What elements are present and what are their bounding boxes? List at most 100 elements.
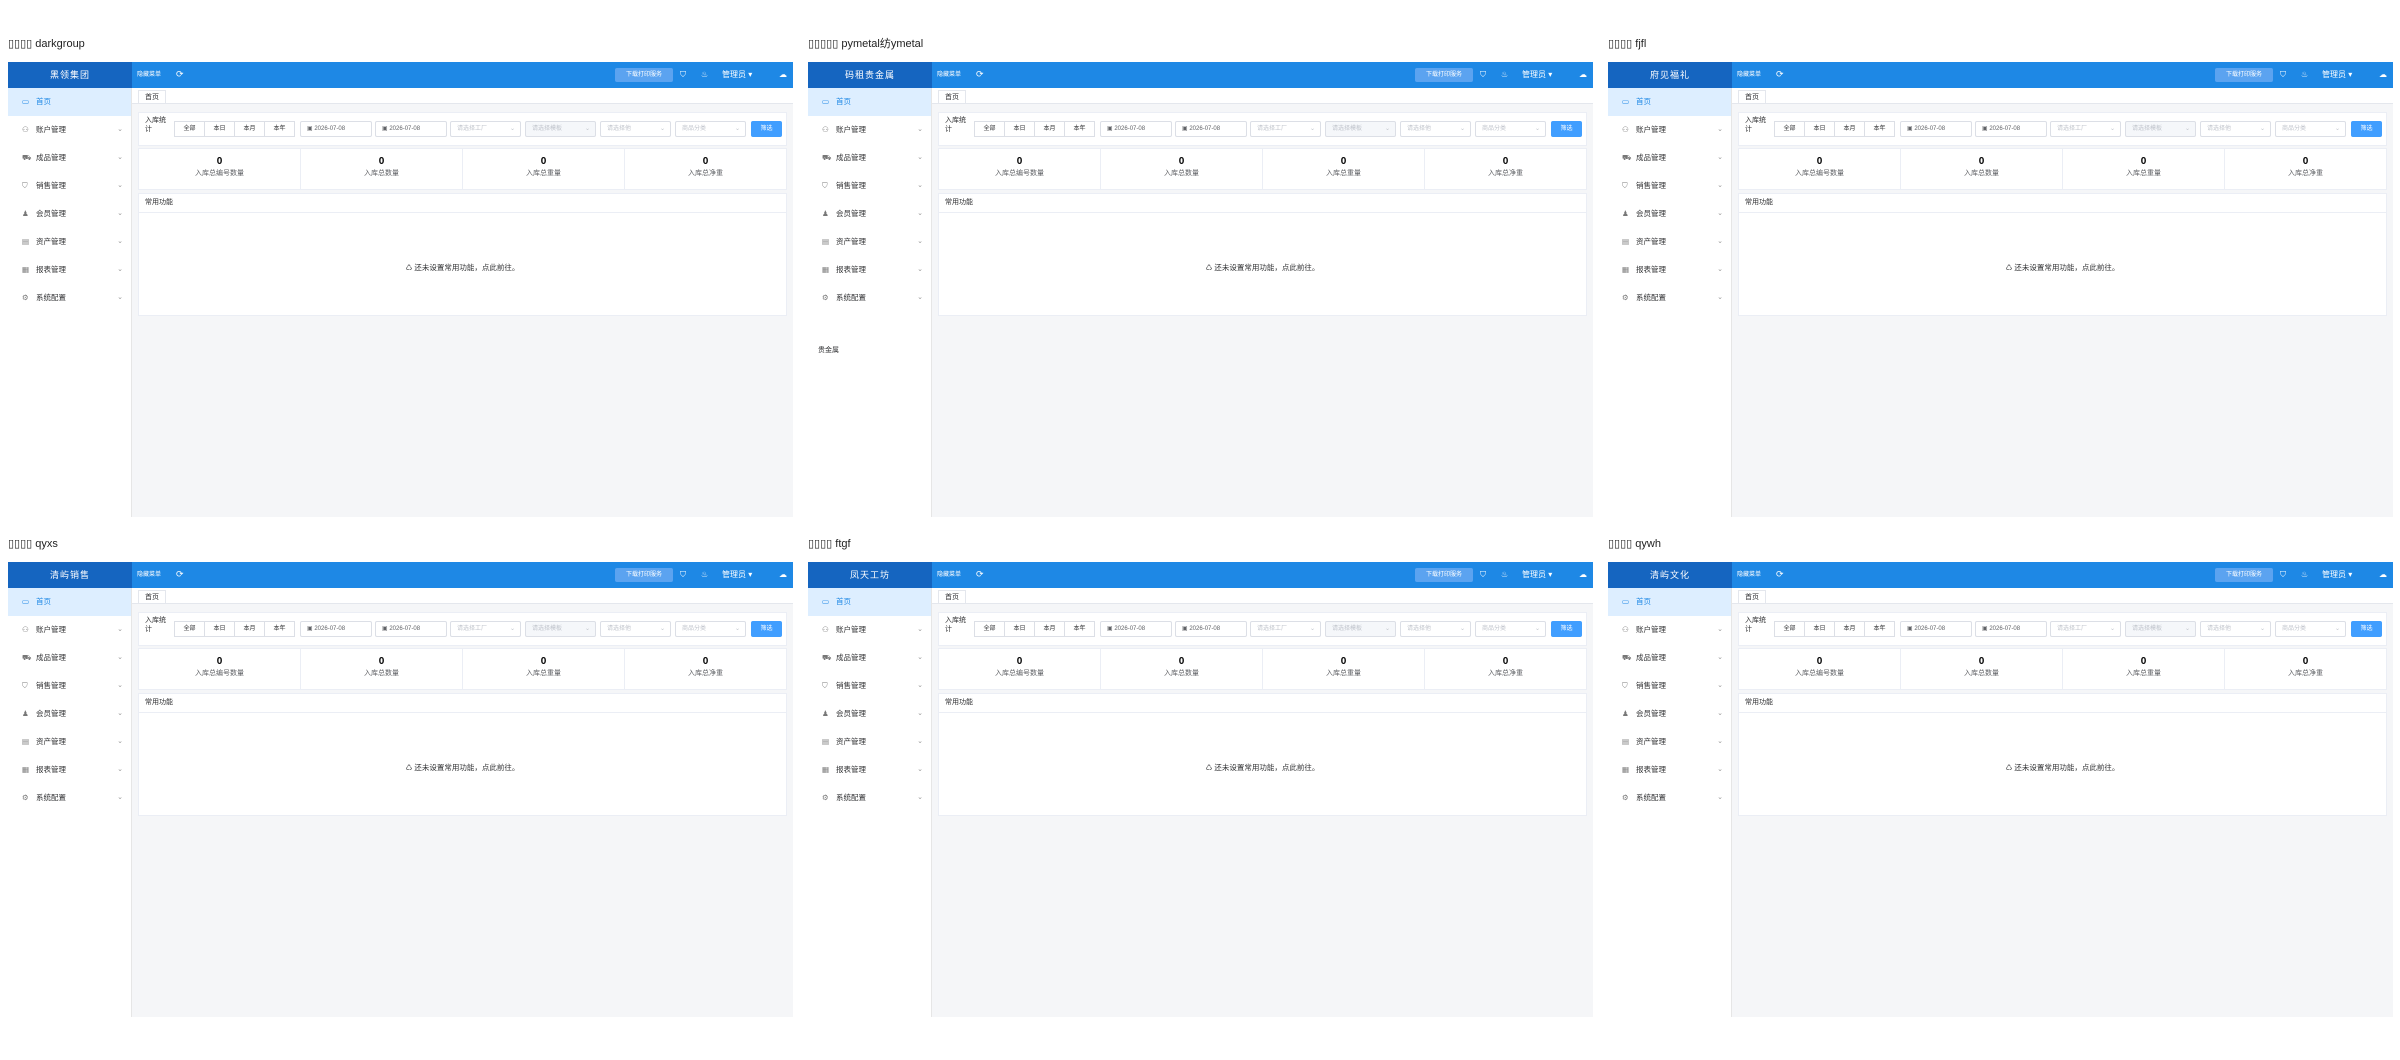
range-month-button[interactable]: 本月 [1834, 121, 1865, 137]
filter-button[interactable]: 筛选 [2351, 621, 2382, 637]
sidebar-item[interactable]: ▦ 报表管理 ⌄ [8, 256, 131, 284]
filter-button[interactable]: 筛选 [2351, 121, 2382, 137]
range-all-button[interactable]: 全部 [974, 121, 1005, 137]
download-print-service-button[interactable]: 下载打印服务 [615, 68, 673, 82]
tab-home[interactable]: 首页 [1738, 590, 1766, 603]
sidebar-item[interactable]: ⚇ 账户管理 ⌄ [8, 116, 131, 144]
refresh-icon[interactable]: ⟳ [176, 68, 184, 80]
sidebar-item[interactable]: ▤ 资产管理 ⌄ [8, 728, 131, 756]
admin-user-menu[interactable]: 管理员 ▾ [2322, 569, 2352, 581]
other-select[interactable]: 请选择他 ⌄ [2200, 621, 2271, 637]
cloud-icon[interactable]: ☁ [2379, 569, 2387, 581]
download-print-service-button[interactable]: 下载打印服务 [2215, 68, 2273, 82]
download-print-service-button[interactable]: 下载打印服务 [1415, 568, 1473, 582]
factory-select[interactable]: 请选择工厂 ⌄ [1250, 121, 1321, 137]
sidebar-item[interactable]: ⚇ 账户管理 ⌄ [8, 616, 131, 644]
hide-menu-button[interactable]: 隐藏菜单 [137, 570, 161, 580]
sidebar-item[interactable]: ♟ 会员管理 ⌄ [1608, 200, 1731, 228]
sidebar-item[interactable]: ▦ 报表管理 ⌄ [1608, 256, 1731, 284]
factory-select[interactable]: 请选择工厂 ⌄ [450, 621, 521, 637]
admin-user-menu[interactable]: 管理员 ▾ [722, 569, 752, 581]
sidebar-item[interactable]: ♟ 会员管理 ⌄ [808, 200, 931, 228]
range-month-button[interactable]: 本月 [1834, 621, 1865, 637]
sidebar-item[interactable]: ▭ 首页 [808, 88, 931, 116]
sidebar-item[interactable]: ⛟ 成品管理 ⌄ [1608, 144, 1731, 172]
sidebar-item[interactable]: ♟ 会员管理 ⌄ [8, 200, 131, 228]
start-date-picker[interactable]: ▣ 2026-07-08 [1100, 121, 1172, 137]
refresh-icon[interactable]: ⟳ [1776, 568, 1784, 580]
range-today-button[interactable]: 本日 [1004, 121, 1035, 137]
template-select[interactable]: 请选择模板 ⌄ [525, 621, 596, 637]
refresh-icon[interactable]: ⟳ [976, 68, 984, 80]
set-common-functions-link[interactable]: ♺ 还未设置常用功能，点此前往。 [939, 262, 1586, 273]
range-month-button[interactable]: 本月 [234, 621, 265, 637]
refresh-icon[interactable]: ⟳ [1776, 68, 1784, 80]
sidebar-item[interactable]: ▦ 报表管理 ⌄ [1608, 756, 1731, 784]
tab-home[interactable]: 首页 [1738, 90, 1766, 103]
sidebar-item[interactable]: ⚙ 系统配置 ⌄ [1608, 784, 1731, 812]
sidebar-item[interactable]: ⛟ 成品管理 ⌄ [8, 144, 131, 172]
start-date-picker[interactable]: ▣ 2026-07-08 [1900, 121, 1972, 137]
sidebar-item[interactable]: ▭ 首页 [1608, 88, 1731, 116]
sidebar-item[interactable]: ⛟ 成品管理 ⌄ [1608, 644, 1731, 672]
cloud-icon[interactable]: ☁ [1579, 569, 1587, 581]
start-date-picker[interactable]: ▣ 2026-07-08 [1100, 621, 1172, 637]
bookmark-icon[interactable]: ⛉ [2280, 569, 2286, 581]
bookmark-icon[interactable]: ⛉ [1480, 69, 1486, 81]
template-select[interactable]: 请选择模板 ⌄ [1325, 121, 1396, 137]
start-date-picker[interactable]: ▣ 2026-07-08 [1900, 621, 1972, 637]
factory-select[interactable]: 请选择工厂 ⌄ [1250, 621, 1321, 637]
range-month-button[interactable]: 本月 [1034, 621, 1065, 637]
sidebar-item[interactable]: ▤ 资产管理 ⌄ [1608, 228, 1731, 256]
filter-button[interactable]: 筛选 [751, 621, 782, 637]
sidebar-item[interactable]: ▭ 首页 [8, 588, 131, 616]
range-today-button[interactable]: 本日 [1804, 121, 1835, 137]
sidebar-item[interactable]: ▭ 首页 [1608, 588, 1731, 616]
set-common-functions-link[interactable]: ♺ 还未设置常用功能，点此前往。 [939, 762, 1586, 773]
other-select[interactable]: 请选择他 ⌄ [600, 121, 671, 137]
range-all-button[interactable]: 全部 [174, 121, 205, 137]
template-select[interactable]: 请选择模板 ⌄ [2125, 621, 2196, 637]
sidebar-item[interactable]: ⛉ 销售管理 ⌄ [1608, 672, 1731, 700]
range-month-button[interactable]: 本月 [234, 121, 265, 137]
other-select[interactable]: 请选择他 ⌄ [1400, 121, 1471, 137]
template-select[interactable]: 请选择模板 ⌄ [2125, 121, 2196, 137]
admin-user-menu[interactable]: 管理员 ▾ [2322, 69, 2352, 81]
sidebar-item[interactable]: ⛉ 销售管理 ⌄ [8, 672, 131, 700]
range-today-button[interactable]: 本日 [204, 621, 235, 637]
range-year-button[interactable]: 本年 [1064, 121, 1095, 137]
admin-user-menu[interactable]: 管理员 ▾ [1522, 569, 1552, 581]
refresh-icon[interactable]: ⟳ [176, 568, 184, 580]
set-common-functions-link[interactable]: ♺ 还未设置常用功能，点此前往。 [1739, 262, 2386, 273]
end-date-picker[interactable]: ▣ 2026-07-08 [375, 621, 447, 637]
cloud-icon[interactable]: ☁ [779, 69, 787, 81]
end-date-picker[interactable]: ▣ 2026-07-08 [1175, 621, 1247, 637]
sidebar-item[interactable]: ⛉ 销售管理 ⌄ [8, 172, 131, 200]
category-select[interactable]: 商品分类 ⌄ [1475, 121, 1546, 137]
factory-select[interactable]: 请选择工厂 ⌄ [2050, 121, 2121, 137]
sidebar-item[interactable]: ♟ 会员管理 ⌄ [1608, 700, 1731, 728]
sidebar-item[interactable]: ▦ 报表管理 ⌄ [808, 756, 931, 784]
other-select[interactable]: 请选择他 ⌄ [2200, 121, 2271, 137]
download-print-service-button[interactable]: 下载打印服务 [1415, 68, 1473, 82]
range-all-button[interactable]: 全部 [1774, 121, 1805, 137]
sidebar-item[interactable]: ⚙ 系统配置 ⌄ [808, 284, 931, 312]
set-common-functions-link[interactable]: ♺ 还未设置常用功能，点此前往。 [139, 262, 786, 273]
brand-logo[interactable]: 清屿文化 [1608, 562, 1732, 588]
admin-user-menu[interactable]: 管理员 ▾ [1522, 69, 1552, 81]
category-select[interactable]: 商品分类 ⌄ [2275, 621, 2346, 637]
range-all-button[interactable]: 全部 [174, 621, 205, 637]
bookmark-icon[interactable]: ⛉ [1480, 569, 1486, 581]
filter-button[interactable]: 筛选 [1551, 621, 1582, 637]
factory-select[interactable]: 请选择工厂 ⌄ [450, 121, 521, 137]
end-date-picker[interactable]: ▣ 2026-07-08 [375, 121, 447, 137]
range-today-button[interactable]: 本日 [1004, 621, 1035, 637]
cloud-icon[interactable]: ☁ [779, 569, 787, 581]
bookmark-icon[interactable]: ⛉ [680, 569, 686, 581]
sidebar-item[interactable]: ⚇ 账户管理 ⌄ [808, 116, 931, 144]
category-select[interactable]: 商品分类 ⌄ [2275, 121, 2346, 137]
bell-icon[interactable]: ♨ [1501, 69, 1508, 81]
range-today-button[interactable]: 本日 [1804, 621, 1835, 637]
sidebar-item[interactable]: ⚙ 系统配置 ⌄ [1608, 284, 1731, 312]
range-year-button[interactable]: 本年 [264, 621, 295, 637]
